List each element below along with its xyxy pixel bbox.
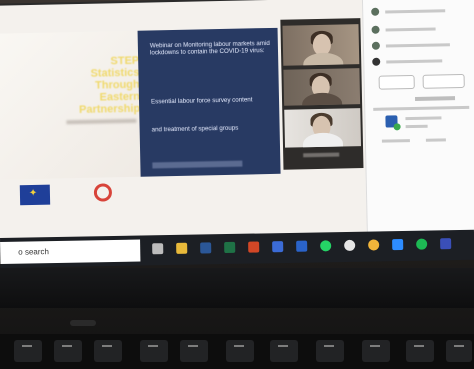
participant-body — [302, 132, 344, 148]
laptop-bezel — [0, 268, 474, 308]
avatar-icon — [371, 41, 381, 50]
task-view-icon[interactable] — [152, 243, 164, 255]
participant-body — [303, 52, 344, 66]
panel-button-2[interactable] — [422, 73, 465, 89]
check-icon — [393, 123, 401, 131]
function-key — [362, 340, 390, 362]
panel-heading-blur — [414, 96, 456, 101]
function-key — [270, 340, 298, 362]
search-text: o search — [18, 247, 50, 257]
participant-videos — [280, 18, 364, 170]
app-icon-2[interactable] — [440, 238, 452, 250]
function-key — [94, 340, 122, 362]
function-key — [140, 340, 168, 362]
laptop-screen: STEP Statistics Through Eastern Partners… — [0, 0, 474, 242]
laptop-hinge — [70, 320, 96, 326]
function-key — [180, 340, 208, 362]
panel-row-text — [385, 9, 446, 14]
participant-video[interactable] — [284, 108, 362, 148]
panel-row-text — [385, 43, 450, 48]
file-size-blur — [405, 124, 428, 129]
taskbar-search-box[interactable]: o search — [0, 239, 141, 264]
keyboard-function-row — [0, 334, 474, 369]
excel-icon[interactable] — [224, 241, 236, 254]
panel-row-text — [386, 59, 443, 64]
side-panel — [361, 0, 474, 234]
app-icon[interactable] — [344, 239, 356, 251]
skype-icon[interactable] — [296, 240, 308, 252]
function-key — [316, 340, 344, 362]
panel-row-text — [385, 27, 436, 32]
file-action-blur-2[interactable] — [425, 138, 446, 142]
participant-video[interactable] — [283, 68, 361, 106]
avatar-icon — [372, 57, 381, 66]
file-action-blur[interactable] — [381, 139, 410, 143]
webinar-topic: Essential labour force survey content — [150, 96, 253, 106]
whatsapp-icon[interactable] — [320, 240, 332, 252]
panel-button[interactable] — [378, 74, 415, 90]
chrome-icon[interactable] — [368, 239, 380, 251]
webinar-slide: Webinar on Monitoring labour markets ami… — [137, 27, 281, 177]
webinar-title: Webinar on Monitoring labour markets ami… — [149, 39, 270, 57]
function-key — [14, 340, 42, 362]
function-key — [446, 340, 472, 362]
function-key — [54, 340, 82, 362]
avatar-icon — [371, 7, 380, 16]
participant-name-blur — [303, 152, 340, 158]
title-slide: STEP Statistics Through Eastern Partners… — [0, 30, 146, 206]
outlook-icon[interactable] — [272, 241, 284, 253]
partner-logo-icon — [93, 183, 113, 202]
slide-subtitle-blur — [66, 118, 137, 125]
webinar-meta-blur — [152, 160, 243, 169]
photo: STEP Statistics Through Eastern Partners… — [0, 0, 474, 369]
step-title-line: Partnership — [78, 102, 141, 116]
word-icon[interactable] — [200, 242, 212, 254]
eu-flag-icon — [19, 184, 51, 206]
file-explorer-icon[interactable] — [176, 242, 188, 254]
spotify-icon[interactable] — [416, 238, 428, 250]
zoom-icon[interactable] — [392, 238, 404, 251]
participant-body — [301, 92, 343, 106]
function-key — [406, 340, 434, 362]
participant-video[interactable] — [282, 24, 360, 66]
powerpoint-icon[interactable] — [248, 241, 260, 253]
step-title: STEP Statistics Through Eastern Partners… — [75, 55, 140, 116]
panel-text-blur — [373, 105, 470, 111]
function-key — [226, 340, 254, 362]
webinar-topic-2: and treatment of special groups — [151, 124, 239, 134]
file-name-blur — [405, 116, 442, 121]
avatar-icon — [371, 25, 380, 34]
